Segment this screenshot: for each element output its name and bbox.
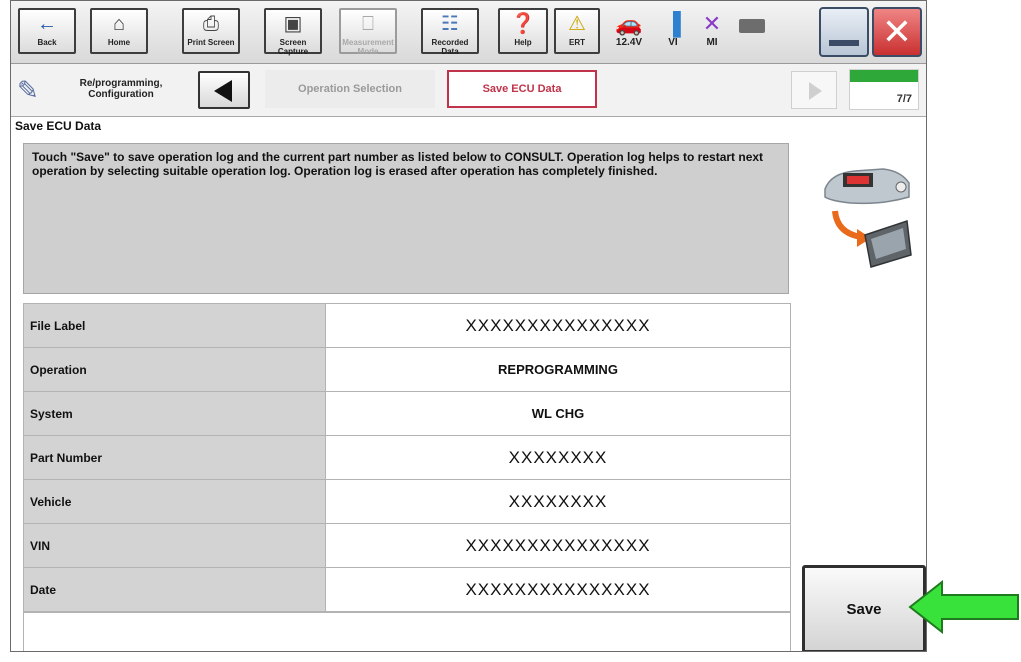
reprogramming-icon: ✎ [17,75,39,105]
home-button[interactable]: ⌂ Home [90,8,148,54]
progress-bar [850,70,918,82]
progress-indicator: 7/7 [849,69,919,110]
row-value: XXXXXXXXXXXXXXX [325,567,791,612]
camera-icon: ▣ [283,13,303,35]
table-row: Part Number XXXXXXXX [23,435,791,480]
progress-text: 7/7 [896,93,912,105]
back-button[interactable]: ← Back [18,8,76,54]
top-toolbar: ← Back ⌂ Home ⎙ Print Screen ▣ Screen Ca… [11,1,926,64]
breadcrumb-current-step: Save ECU Data [447,70,597,108]
table-row: System WL CHG [23,391,791,436]
car-to-laptop-icon [821,159,913,279]
screen-capture-button[interactable]: ▣ Screen Capture [264,8,322,56]
measurement-mode-button[interactable]: ⎕ Measurement Mode [339,8,397,56]
row-label: Date [23,567,326,612]
row-label: File Label [23,303,326,348]
close-icon: ✕ [881,11,913,52]
print-screen-button[interactable]: ⎙ Print Screen [182,8,240,54]
row-value: XXXXXXXX [325,435,791,480]
row-label: Part Number [23,435,326,480]
next-button[interactable] [791,71,837,109]
car-icon: 🚗 [615,11,643,36]
table-row: Date XXXXXXXXXXXXXXX [23,567,791,612]
vi-status: ▐ VI [656,11,690,55]
row-value: XXXXXXXXXXXXXXX [325,523,791,568]
breadcrumb-operation-selection[interactable]: Operation Selection [265,70,435,108]
table-row: Operation REPROGRAMMING [23,347,791,392]
row-label: Vehicle [23,479,326,524]
minimize-button[interactable] [819,7,869,57]
empty-row [23,612,791,651]
row-value: WL CHG [325,391,791,436]
mi-status: ✕ MI [695,11,729,55]
table-row: VIN XXXXXXXXXXXXXXX [23,523,791,568]
row-value: XXXXXXXX [325,479,791,524]
consult-window: ← Back ⌂ Home ⎙ Print Screen ▣ Screen Ca… [10,0,927,652]
triangle-left-icon [214,80,232,102]
previous-button[interactable] [198,71,250,109]
disconnected-x-icon: ✕ [702,11,722,36]
close-button[interactable]: ✕ [872,7,922,57]
help-button[interactable]: ❓ Help [498,8,548,54]
row-label: System [23,391,326,436]
back-arrow-icon: ← [37,13,57,35]
vehicle-battery-status: 🚗 12.4V [609,11,649,55]
page-title: Save ECU Data [15,119,102,133]
breadcrumb: ✎ Re/programming, Configuration Operatio… [11,64,926,117]
row-value: XXXXXXXXXXXXXXX [325,303,791,348]
minimize-icon [829,40,859,46]
table-row: Vehicle XXXXXXXX [23,479,791,524]
warning-icon: ⚠ [568,13,586,35]
printer-icon: ⎙ [203,13,219,35]
table-row: File Label XXXXXXXXXXXXXXX [23,303,791,348]
help-icon: ❓ [510,13,536,35]
measurement-icon: ⎕ [362,13,374,35]
recorded-data-button[interactable]: ☷ Recorded Data [421,8,479,56]
pointer-arrow-icon [908,579,1020,635]
ecu-data-table: File Label XXXXXXXXXXXXXXX Operation REP… [23,303,791,612]
ert-button[interactable]: ⚠ ERT [554,8,600,54]
triangle-right-icon [809,82,822,100]
recorded-data-icon: ☷ [441,13,459,35]
signal-icon: ▐ [665,11,681,36]
battery-icon [739,19,765,33]
row-value: REPROGRAMMING [325,347,791,392]
row-label: Operation [23,347,326,392]
row-label: VIN [23,523,326,568]
instruction-message: Touch "Save" to save operation log and t… [23,143,789,294]
home-icon: ⌂ [112,13,126,35]
breadcrumb-section: Re/programming, Configuration [79,78,163,100]
